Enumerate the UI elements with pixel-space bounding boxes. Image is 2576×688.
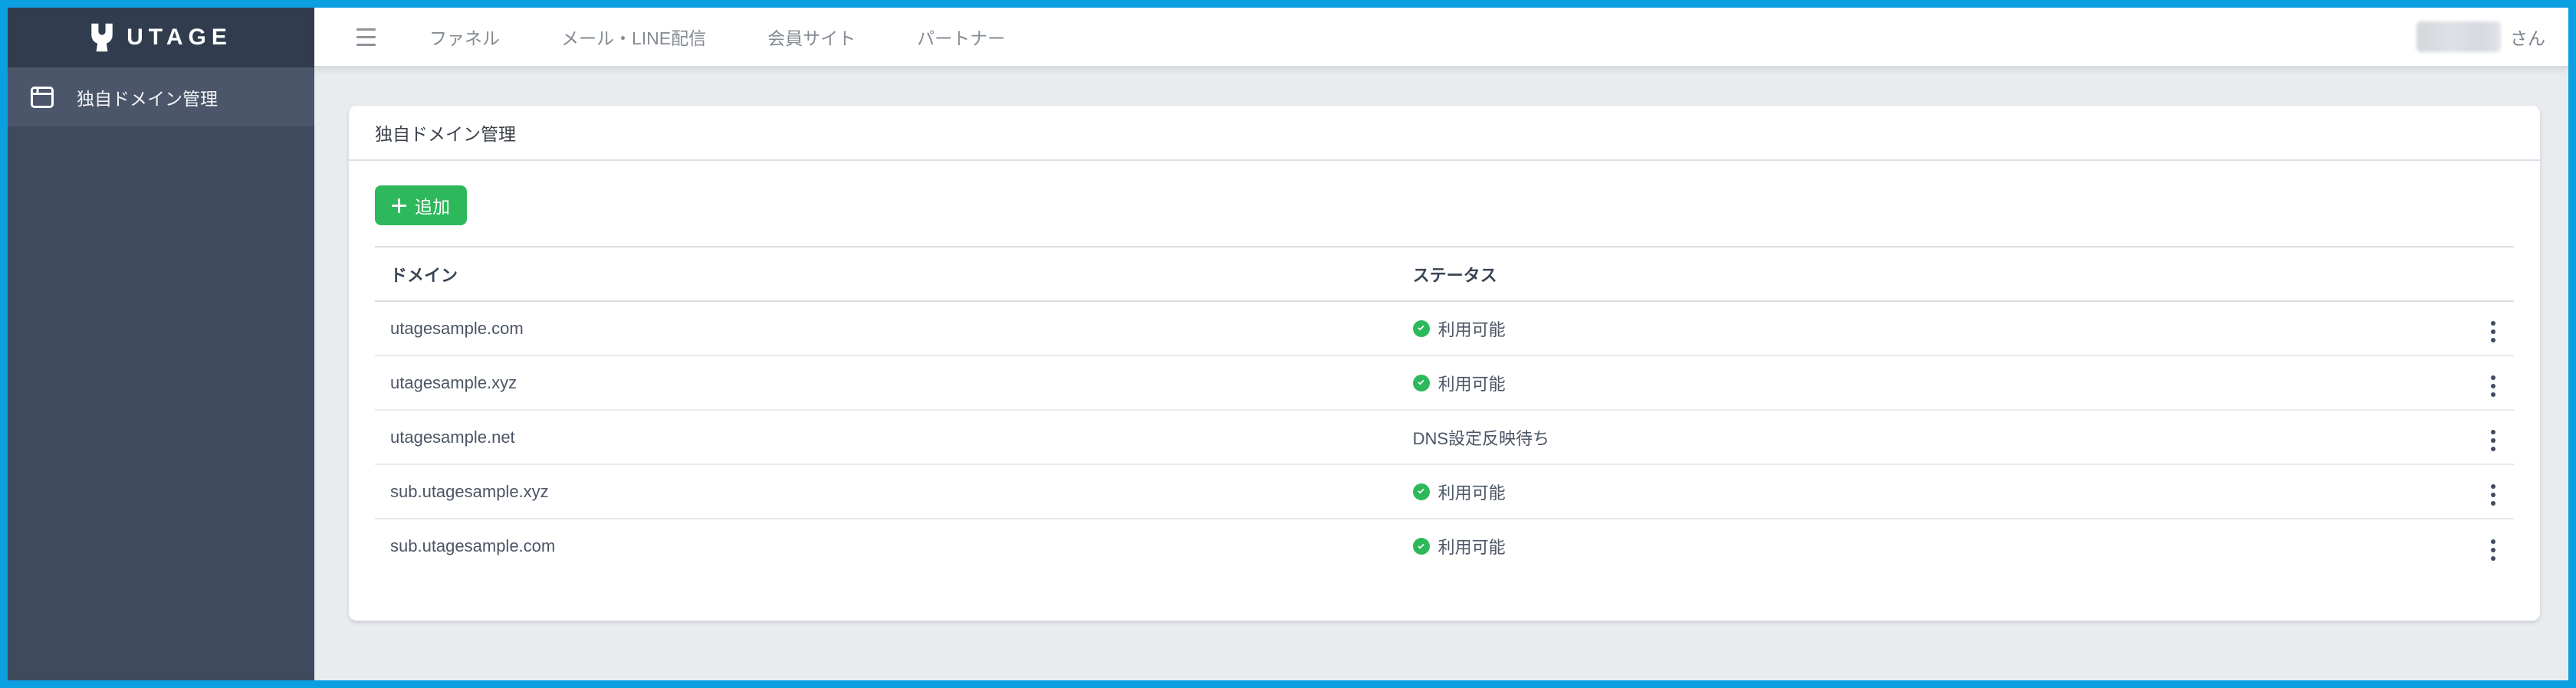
card-body: 追加 ドメイン ステータス utagesample.com 利用可能 utage… (349, 161, 2540, 598)
actions-cell (2450, 518, 2514, 573)
status-badge: DNS設定反映待ち (1413, 425, 1549, 450)
sidebar: UTAGE 独自ドメイン管理 (8, 8, 314, 680)
header-row: ドメイン ステータス (375, 246, 2514, 302)
top-nav-item[interactable]: パートナー (917, 24, 1005, 50)
domains-table-head: ドメイン ステータス (375, 246, 2514, 302)
sidebar-item-domain-management[interactable]: 独自ドメイン管理 (8, 67, 314, 126)
status-label: 利用可能 (1438, 483, 1506, 503)
top-nav-item[interactable]: ファネル (429, 24, 500, 50)
domain-cell: utagesample.xyz (375, 355, 1398, 410)
add-domain-button[interactable]: 追加 (375, 185, 467, 225)
status-badge: 利用可能 (1412, 316, 1506, 341)
table-row: utagesample.xyz 利用可能 (375, 355, 2514, 410)
status-label: 利用可能 (1438, 319, 1506, 339)
status-cell: 利用可能 (1397, 464, 2450, 519)
status-badge: 利用可能 (1412, 480, 1506, 504)
status-badge: 利用可能 (1412, 371, 1506, 395)
actions-cell (2450, 464, 2514, 519)
sidebar-item-label: 独自ドメイン管理 (77, 88, 218, 109)
top-nav-item[interactable]: メール・LINE配信 (561, 24, 706, 50)
top-nav-item[interactable]: 会員サイト (767, 24, 856, 50)
kebab-vertical-icon[interactable] (2485, 480, 2502, 509)
kebab-vertical-icon[interactable] (2485, 426, 2502, 455)
domain-management-card: 独自ドメイン管理 追加 ドメイン ステータス utagesample.com 利… (349, 106, 2540, 621)
domain-cell: sub.utagesample.xyz (375, 464, 1398, 519)
user-name-redacted (2417, 21, 2501, 52)
content-area: 独自ドメイン管理 追加 ドメイン ステータス utagesample.com 利… (314, 67, 2568, 680)
table-row: utagesample.net DNS設定反映待ち (375, 409, 2514, 464)
column-header-domain: ドメイン (375, 246, 1398, 302)
plus-icon (392, 198, 406, 213)
status-badge: 利用可能 (1412, 534, 1506, 559)
check-circle-icon (1412, 319, 1430, 337)
domain-cell: sub.utagesample.com (375, 518, 1398, 573)
domain-cell: utagesample.com (375, 300, 1398, 355)
actions-cell (2450, 300, 2514, 355)
actions-cell (2450, 409, 2514, 464)
page-title: 独自ドメイン管理 (375, 124, 516, 144)
table-row: sub.utagesample.xyz 利用可能 (375, 464, 2514, 519)
top-nav-links: ファネル メール・LINE配信 会員サイト パートナー (429, 24, 1066, 50)
sidebar-nav: 独自ドメイン管理 (8, 67, 314, 680)
status-cell: 利用可能 (1397, 300, 2450, 355)
check-circle-icon (1412, 483, 1430, 500)
window-icon (31, 86, 54, 108)
top-navbar: ファネル メール・LINE配信 会員サイト パートナー さん (314, 8, 2568, 67)
domains-table: ドメイン ステータス utagesample.com 利用可能 utagesam… (375, 246, 2514, 573)
check-circle-icon (1412, 538, 1430, 555)
utage-u-icon (90, 23, 114, 52)
kebab-vertical-icon[interactable] (2485, 536, 2502, 565)
user-menu[interactable]: さん (2417, 21, 2545, 52)
status-cell: 利用可能 (1397, 355, 2450, 410)
status-cell: DNS設定反映待ち (1397, 409, 2450, 464)
user-suffix: さん (2510, 28, 2545, 48)
main-column: ファネル メール・LINE配信 会員サイト パートナー さん 独自ドメイン管理 (314, 8, 2568, 680)
column-header-actions (2450, 246, 2514, 302)
domain-cell: utagesample.net (375, 409, 1398, 464)
table-row: utagesample.com 利用可能 (375, 300, 2514, 355)
card-header: 独自ドメイン管理 (349, 106, 2540, 161)
check-circle-icon (1412, 374, 1430, 392)
actions-cell (2450, 355, 2514, 410)
table-row: sub.utagesample.com 利用可能 (375, 518, 2514, 573)
sidebar-logo[interactable]: UTAGE (8, 8, 314, 67)
brand-name: UTAGE (127, 25, 232, 50)
status-label: 利用可能 (1438, 374, 1506, 394)
status-label: 利用可能 (1438, 538, 1506, 557)
add-domain-button-label: 追加 (415, 197, 450, 217)
status-label: DNS設定反映待ち (1412, 428, 1550, 448)
status-cell: 利用可能 (1397, 518, 2450, 573)
kebab-vertical-icon[interactable] (2485, 317, 2502, 346)
domains-table-body: utagesample.com 利用可能 utagesample.xyz 利用可… (375, 300, 2514, 573)
hamburger-icon[interactable] (356, 28, 376, 46)
app-window: UTAGE 独自ドメイン管理 ファネル メール・LINE配信 会員サイト パート… (0, 0, 2576, 688)
column-header-status: ステータス (1397, 246, 2450, 302)
kebab-vertical-icon[interactable] (2485, 372, 2502, 401)
